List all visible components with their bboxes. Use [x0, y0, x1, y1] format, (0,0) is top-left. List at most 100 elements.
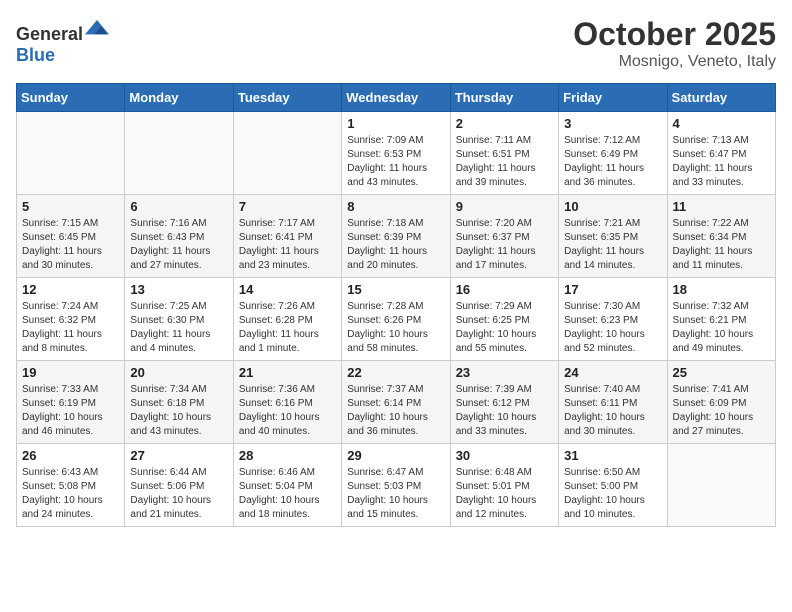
day-info: Sunrise: 7:34 AM Sunset: 6:18 PM Dayligh…	[130, 383, 227, 439]
calendar-week-2: 5Sunrise: 7:15 AM Sunset: 6:45 PM Daylig…	[17, 195, 776, 278]
calendar-cell: 31 Sunrise: 6:50 AM Sunset: 5:00 PM Dayli…	[559, 444, 667, 527]
day-number: 6	[130, 199, 227, 214]
day-number: 24	[564, 365, 661, 380]
day-info: Sunrise: 6:46 AM Sunset: 5:04 PM Dayligh…	[239, 466, 336, 522]
month-title: October 2025	[573, 16, 776, 53]
day-info: Sunrise: 7:17 AM Sunset: 6:41 PM Dayligh…	[239, 217, 336, 273]
calendar-cell: 16 Sunrise: 7:29 AM Sunset: 6:25 PM Dayli…	[450, 278, 558, 361]
day-number: 7	[239, 199, 336, 214]
calendar-cell: 24 Sunrise: 7:40 AM Sunset: 6:11 PM Dayli…	[559, 361, 667, 444]
calendar-cell: 6 Sunrise: 7:16 AM Sunset: 6:43 PM Daylig…	[125, 195, 233, 278]
logo-general: General	[16, 24, 83, 44]
weekday-header-wednesday: Wednesday	[342, 84, 450, 112]
day-number: 30	[456, 448, 553, 463]
day-info: Sunrise: 7:12 AM Sunset: 6:49 PM Dayligh…	[564, 134, 661, 190]
day-info: Sunrise: 7:39 AM Sunset: 6:12 PM Dayligh…	[456, 383, 553, 439]
calendar-cell: 10 Sunrise: 7:21 AM Sunset: 6:35 PM Dayli…	[559, 195, 667, 278]
calendar-cell: 12 Sunrise: 7:24 AM Sunset: 6:32 PM Dayli…	[17, 278, 125, 361]
calendar-cell: 13 Sunrise: 7:25 AM Sunset: 6:30 PM Dayli…	[125, 278, 233, 361]
day-info: Sunrise: 7:09 AM Sunset: 6:53 PM Dayligh…	[347, 134, 444, 190]
calendar-cell	[125, 112, 233, 195]
day-info: Sunrise: 7:13 AM Sunset: 6:47 PM Dayligh…	[673, 134, 770, 190]
calendar-cell: 26 Sunrise: 6:43 AM Sunset: 5:08 PM Dayli…	[17, 444, 125, 527]
calendar-week-1: 1Sunrise: 7:09 AM Sunset: 6:53 PM Daylig…	[17, 112, 776, 195]
calendar-cell: 15 Sunrise: 7:28 AM Sunset: 6:26 PM Dayli…	[342, 278, 450, 361]
day-number: 2	[456, 116, 553, 131]
day-info: Sunrise: 7:32 AM Sunset: 6:21 PM Dayligh…	[673, 300, 770, 356]
day-info: Sunrise: 7:11 AM Sunset: 6:51 PM Dayligh…	[456, 134, 553, 190]
weekday-header-friday: Friday	[559, 84, 667, 112]
day-number: 17	[564, 282, 661, 297]
day-number: 18	[673, 282, 770, 297]
day-info: Sunrise: 6:43 AM Sunset: 5:08 PM Dayligh…	[22, 466, 119, 522]
logo: General Blue	[16, 16, 109, 66]
day-number: 11	[673, 199, 770, 214]
day-info: Sunrise: 7:25 AM Sunset: 6:30 PM Dayligh…	[130, 300, 227, 356]
calendar-cell: 5Sunrise: 7:15 AM Sunset: 6:45 PM Daylig…	[17, 195, 125, 278]
day-number: 4	[673, 116, 770, 131]
logo-text: General Blue	[16, 16, 109, 66]
calendar-cell: 18 Sunrise: 7:32 AM Sunset: 6:21 PM Dayli…	[667, 278, 775, 361]
day-info: Sunrise: 7:26 AM Sunset: 6:28 PM Dayligh…	[239, 300, 336, 356]
day-info: Sunrise: 6:47 AM Sunset: 5:03 PM Dayligh…	[347, 466, 444, 522]
day-info: Sunrise: 7:28 AM Sunset: 6:26 PM Dayligh…	[347, 300, 444, 356]
day-info: Sunrise: 7:41 AM Sunset: 6:09 PM Dayligh…	[673, 383, 770, 439]
calendar-cell: 23Sunrise: 7:39 AM Sunset: 6:12 PM Dayli…	[450, 361, 558, 444]
day-number: 13	[130, 282, 227, 297]
day-number: 29	[347, 448, 444, 463]
day-number: 31	[564, 448, 661, 463]
weekday-header-sunday: Sunday	[17, 84, 125, 112]
day-info: Sunrise: 7:36 AM Sunset: 6:16 PM Dayligh…	[239, 383, 336, 439]
day-info: Sunrise: 7:21 AM Sunset: 6:35 PM Dayligh…	[564, 217, 661, 273]
calendar-cell: 8 Sunrise: 7:18 AM Sunset: 6:39 PM Daylig…	[342, 195, 450, 278]
calendar-cell	[667, 444, 775, 527]
day-number: 14	[239, 282, 336, 297]
weekday-header-tuesday: Tuesday	[233, 84, 341, 112]
calendar-week-3: 12 Sunrise: 7:24 AM Sunset: 6:32 PM Dayli…	[17, 278, 776, 361]
title-block: October 2025 Mosnigo, Veneto, Italy	[573, 16, 776, 71]
day-info: Sunrise: 6:50 AM Sunset: 5:00 PM Dayligh…	[564, 466, 661, 522]
calendar-cell: 1Sunrise: 7:09 AM Sunset: 6:53 PM Daylig…	[342, 112, 450, 195]
calendar-cell: 25Sunrise: 7:41 AM Sunset: 6:09 PM Dayli…	[667, 361, 775, 444]
day-info: Sunrise: 7:24 AM Sunset: 6:32 PM Dayligh…	[22, 300, 119, 356]
day-number: 16	[456, 282, 553, 297]
calendar-cell	[17, 112, 125, 195]
day-info: Sunrise: 7:22 AM Sunset: 6:34 PM Dayligh…	[673, 217, 770, 273]
day-number: 12	[22, 282, 119, 297]
day-info: Sunrise: 7:16 AM Sunset: 6:43 PM Dayligh…	[130, 217, 227, 273]
weekday-header-thursday: Thursday	[450, 84, 558, 112]
day-info: Sunrise: 7:40 AM Sunset: 6:11 PM Dayligh…	[564, 383, 661, 439]
calendar-table: SundayMondayTuesdayWednesdayThursdayFrid…	[16, 83, 776, 527]
calendar-cell: 27Sunrise: 6:44 AM Sunset: 5:06 PM Dayli…	[125, 444, 233, 527]
calendar-cell: 20 Sunrise: 7:34 AM Sunset: 6:18 PM Dayli…	[125, 361, 233, 444]
calendar-week-4: 19 Sunrise: 7:33 AM Sunset: 6:19 PM Dayli…	[17, 361, 776, 444]
weekday-header-saturday: Saturday	[667, 84, 775, 112]
day-info: Sunrise: 6:44 AM Sunset: 5:06 PM Dayligh…	[130, 466, 227, 522]
calendar-cell: 29 Sunrise: 6:47 AM Sunset: 5:03 PM Dayli…	[342, 444, 450, 527]
day-number: 20	[130, 365, 227, 380]
calendar-cell: 22 Sunrise: 7:37 AM Sunset: 6:14 PM Dayli…	[342, 361, 450, 444]
day-info: Sunrise: 7:29 AM Sunset: 6:25 PM Dayligh…	[456, 300, 553, 356]
weekday-header-row: SundayMondayTuesdayWednesdayThursdayFrid…	[17, 84, 776, 112]
calendar-cell: 14 Sunrise: 7:26 AM Sunset: 6:28 PM Dayli…	[233, 278, 341, 361]
day-number: 10	[564, 199, 661, 214]
calendar-cell: 2 Sunrise: 7:11 AM Sunset: 6:51 PM Daylig…	[450, 112, 558, 195]
calendar-cell: 28 Sunrise: 6:46 AM Sunset: 5:04 PM Dayli…	[233, 444, 341, 527]
calendar-cell: 7 Sunrise: 7:17 AM Sunset: 6:41 PM Daylig…	[233, 195, 341, 278]
day-info: Sunrise: 7:37 AM Sunset: 6:14 PM Dayligh…	[347, 383, 444, 439]
weekday-header-monday: Monday	[125, 84, 233, 112]
day-number: 26	[22, 448, 119, 463]
day-number: 22	[347, 365, 444, 380]
day-info: Sunrise: 7:18 AM Sunset: 6:39 PM Dayligh…	[347, 217, 444, 273]
day-number: 19	[22, 365, 119, 380]
logo-icon	[85, 16, 109, 40]
calendar-cell: 11 Sunrise: 7:22 AM Sunset: 6:34 PM Dayli…	[667, 195, 775, 278]
day-info: Sunrise: 7:33 AM Sunset: 6:19 PM Dayligh…	[22, 383, 119, 439]
day-number: 15	[347, 282, 444, 297]
location-title: Mosnigo, Veneto, Italy	[573, 53, 776, 71]
day-number: 28	[239, 448, 336, 463]
day-number: 8	[347, 199, 444, 214]
page-header: General Blue October 2025 Mosnigo, Venet…	[16, 16, 776, 71]
calendar-cell: 21Sunrise: 7:36 AM Sunset: 6:16 PM Dayli…	[233, 361, 341, 444]
calendar-cell	[233, 112, 341, 195]
